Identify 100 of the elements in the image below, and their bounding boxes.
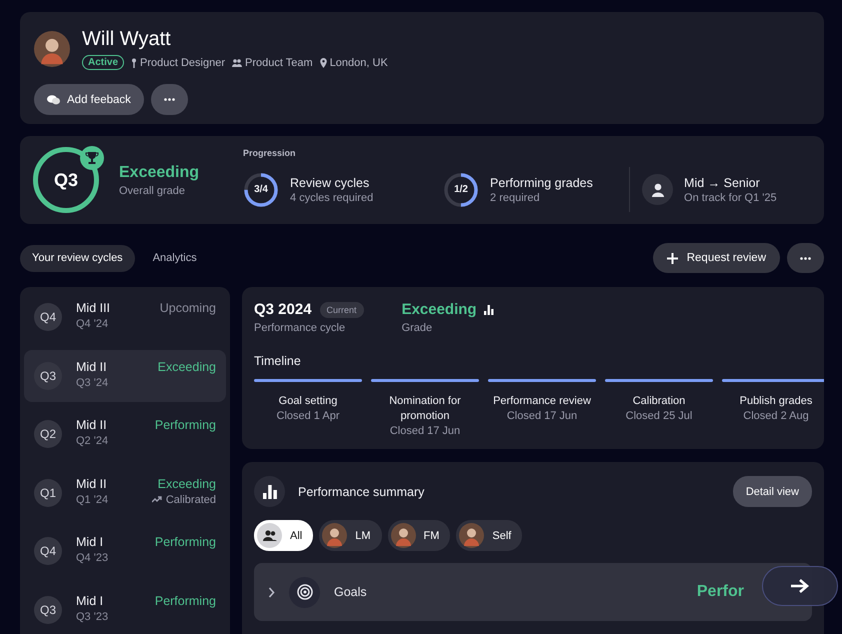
progress-title: Mid → Senior [684, 176, 761, 190]
cycle-item[interactable]: Q3 Mid II Q3 '24 Exceeding [24, 350, 226, 402]
person-icon [650, 182, 665, 196]
row-label: Goals [334, 585, 368, 599]
progress-subtitle: 2 required [490, 192, 541, 204]
more-icon [164, 98, 175, 101]
cycle-grade: Upcoming [160, 301, 216, 315]
filter-chip[interactable]: Self [456, 520, 522, 551]
cycle-date: Q4 '23 [76, 552, 110, 564]
more-icon [800, 256, 811, 260]
progress-count: 3/4 [254, 184, 268, 195]
cycle-grade: Performing [154, 418, 216, 432]
tab[interactable]: Your review cycles [20, 244, 135, 272]
target-icon [296, 584, 312, 600]
bar-chart-icon [262, 484, 276, 498]
location-pin-icon [320, 58, 327, 68]
step-label: Calibration [632, 394, 686, 409]
cycle-grade: Performing [154, 594, 216, 608]
step-label: Goal setting [278, 394, 338, 409]
cycle-item[interactable]: Q4 Mid III Q4 '24 Upcoming [24, 291, 226, 343]
profile-detail: Product Designer [140, 56, 226, 68]
step-label: Performance review [492, 394, 592, 409]
step-label: Publish grades [738, 394, 814, 409]
cycle-title: Mid I [76, 594, 104, 608]
step-date: Closed 1 Apr [276, 409, 340, 424]
quarter-badge: Q1 [34, 478, 62, 507]
cycle-title: Mid III [76, 301, 112, 315]
cycle-date: Q3 '23 [76, 610, 110, 623]
more-button[interactable] [787, 243, 824, 273]
request-review-button[interactable]: Request review [652, 243, 780, 273]
progress-ring [243, 172, 280, 208]
grade-text: Exceeding [119, 164, 200, 182]
progress-title: Performing grades [490, 176, 593, 190]
cycle-title: Q3 2024 [254, 301, 312, 318]
filter-chip[interactable]: All [254, 520, 314, 551]
profile-detail: Product Team [245, 56, 313, 68]
quarter-badge: Q4 [34, 537, 62, 566]
quarter-badge: Q3 [34, 362, 62, 390]
people-icon [232, 58, 242, 66]
progress-subtitle: On track for Q1 '25 [684, 192, 777, 204]
avatar [34, 31, 70, 67]
chevron-icon[interactable] [268, 586, 275, 598]
quarter-badge: Q4 [34, 303, 62, 331]
avatar [322, 523, 348, 548]
profile-detail: London, UK [330, 56, 388, 68]
step-date: Closed 25 Jul [624, 409, 694, 424]
cycle-grade: Exceeding [158, 360, 216, 374]
step-date: Closed 17 Jun [506, 409, 578, 424]
step-date: Closed 2 Aug [742, 409, 810, 424]
cycle-item[interactable]: Q2 Mid II Q2 '24 Performing [24, 408, 226, 460]
section-title: Progression [243, 148, 297, 158]
cycle-title: Mid I [76, 535, 104, 550]
cycle-date: Q1 '24 [76, 494, 110, 506]
grade-caption: Overall grade [119, 184, 186, 196]
status-badge: Active [82, 55, 124, 70]
grade-text: Exceeding [402, 301, 477, 318]
cycle-date: Q3 '24 [76, 376, 110, 389]
grade-caption: Grade [402, 322, 434, 334]
progress-subtitle: 4 cycles required [290, 192, 374, 204]
filter-chip[interactable]: FM [388, 520, 450, 551]
pin-icon [131, 58, 138, 68]
avatar [459, 523, 484, 548]
section-title: Timeline [254, 354, 302, 368]
plus-icon [666, 252, 678, 264]
chat-bubbles-icon [47, 94, 60, 104]
detail-view-button[interactable]: Detail view [732, 476, 812, 507]
current-badge: Current [320, 302, 364, 318]
step-label: Nomination for promotion [388, 394, 462, 424]
tab[interactable]: Analytics [140, 244, 209, 272]
cycle-item[interactable]: Q4 Mid I Q4 '23 Performing [24, 525, 226, 578]
cycle-grade: Exceeding [158, 476, 216, 491]
bar-chart-icon [484, 304, 494, 314]
row-grade: Perfor [696, 583, 744, 601]
trend-icon [152, 496, 162, 504]
cycle-item[interactable]: Q3 Mid I Q3 '23 Performing [24, 584, 226, 634]
section-title: Performance summary [298, 484, 426, 498]
cycle-title: Mid II [76, 476, 108, 491]
cycle-title: Mid II [76, 360, 108, 374]
quarter-label: Q3 [54, 171, 78, 189]
cycle-item[interactable]: Q1 Mid II Q1 '24 Exceeding Calibrated [24, 466, 226, 519]
avatar [390, 523, 416, 548]
cycle-subtitle: Performance cycle [254, 322, 346, 334]
arrow-right-icon [791, 579, 809, 593]
quarter-badge: Q3 [34, 596, 62, 624]
step-date: Closed 17 Jun [388, 424, 462, 439]
add-feedback-button[interactable]: Add feeback [34, 84, 144, 115]
grade-ring [32, 146, 100, 214]
cycle-title: Mid II [76, 418, 108, 432]
more-button[interactable] [150, 84, 188, 115]
cycle-date: Q4 '24 [76, 318, 110, 330]
progress-title: Review cycles [290, 176, 370, 190]
filter-chip[interactable]: LM [319, 520, 382, 551]
progress-count: 1/2 [454, 184, 468, 195]
next-button[interactable] [762, 566, 838, 606]
cycle-date: Q2 '24 [76, 435, 110, 448]
quarter-badge: Q2 [34, 420, 62, 448]
cycle-grade: Performing [154, 535, 216, 550]
people-icon [262, 530, 276, 541]
person-name: Will Wyatt [82, 28, 172, 50]
trophy-icon [80, 146, 104, 170]
